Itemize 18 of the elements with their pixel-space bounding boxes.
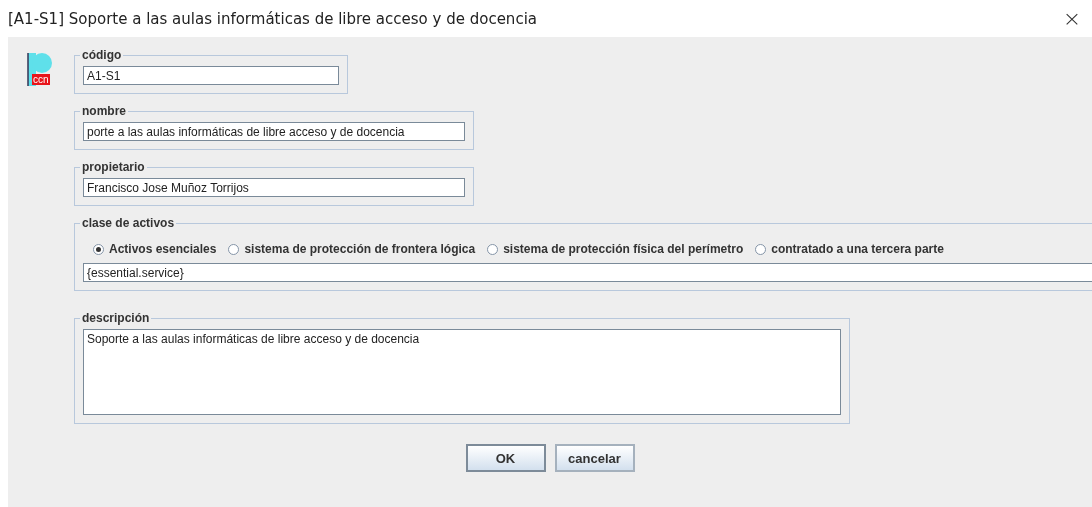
field-label: descripción [81,311,151,325]
field-label: propietario [81,160,146,174]
radio-option[interactable]: contratado a una tercera parte [755,242,944,256]
text-area[interactable]: Soporte a las aulas informáticas de libre acceso y de docencia [83,329,841,415]
cancel-button[interactable]: cancelar [554,444,635,472]
field-label: nombre [81,104,127,118]
field-label: código [81,48,123,62]
text-field[interactable]: porte a las aulas informáticas de libre acceso y de docencia [83,122,465,141]
text-field[interactable]: {essential.service} [83,263,1092,282]
radio-option[interactable]: sistema de protección de frontera lógica [228,242,476,256]
field-label: clase de activos [81,216,176,230]
radio-option[interactable]: Activos esenciales [93,242,217,256]
close-button[interactable]: × [1052,0,1092,37]
text-field[interactable]: Francisco Jose Muñoz Torrijos [83,178,465,197]
ok-button[interactable]: OK [465,444,546,472]
radio-option[interactable]: sistema de protección física del perímetro [487,242,744,256]
window-title: [A1-S1] Soporte a las aulas informáticas de libre acceso y de docencia [8,9,537,28]
text-field[interactable]: A1-S1 [83,66,339,85]
